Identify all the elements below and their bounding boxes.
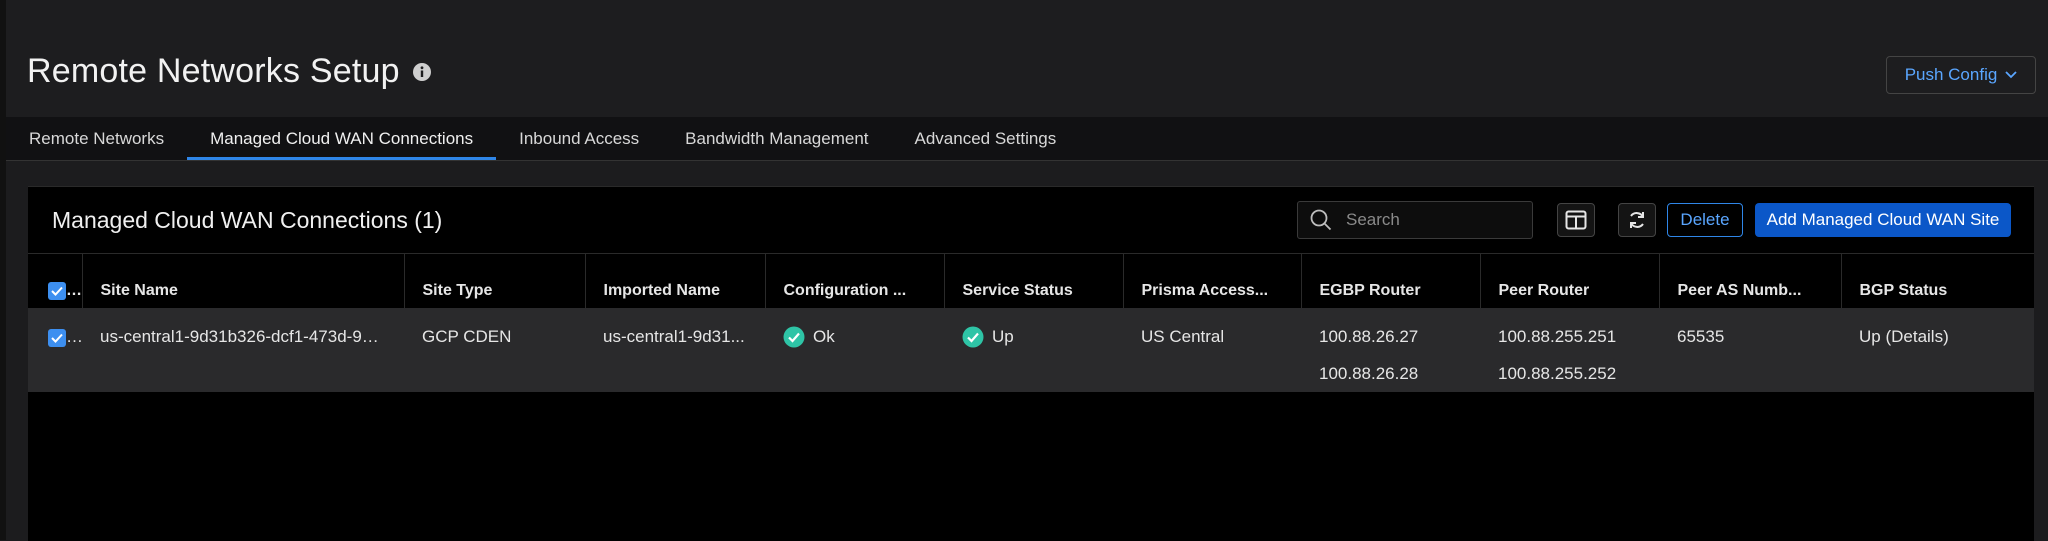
service-status-text: Up [992,327,1014,346]
select-all-checkbox[interactable] [48,281,66,300]
search-icon [1310,209,1332,231]
cell-peer-as-number: 65535 [1677,327,1725,346]
table-header-row: Site Name Site Type Imported Name Config… [28,254,2034,308]
egbp-router-list: 100.88.26.27 100.88.26.28 [1319,318,1462,392]
search-input[interactable] [1344,209,1518,231]
cell-site-name: us-central1-9d31b326-dcf1-473d-9421 [100,327,391,346]
column-header-imported-name[interactable]: Imported Name [585,254,766,308]
connections-table: Site Name Site Type Imported Name Config… [28,254,2034,392]
cell-service-status: Up [944,308,1123,392]
tab-bandwidth-management[interactable]: Bandwidth Management [662,117,891,160]
row-checkbox[interactable] [48,328,66,347]
column-header-site-name[interactable]: Site Name [82,254,405,308]
configuration-status: Ok [783,318,835,355]
info-icon[interactable] [412,62,432,82]
cell-site-type: GCP CDEN [422,327,512,346]
cell-prisma-access: US Central [1141,327,1225,346]
page-title-text: Remote Networks Setup [27,52,400,90]
check-circle-icon [783,326,805,347]
cell-bgp-status[interactable]: Up (Details) [1841,308,2034,392]
delete-button[interactable]: Delete [1667,203,1743,237]
column-header-service-status[interactable]: Service Status [944,254,1124,308]
peer-router-list: 100.88.255.251 100.88.255.252 [1498,318,1641,392]
service-status: Up [962,318,1014,355]
push-config-button[interactable]: Push Config [1886,56,2036,94]
egbp-router-ip: 100.88.26.27 [1319,327,1419,346]
tab-inbound-access[interactable]: Inbound Access [496,117,662,160]
column-header-configuration[interactable]: Configuration ... [765,254,945,308]
cell-egbp-router: 100.88.26.27 100.88.26.28 [1301,308,1480,392]
cell-configuration: Ok [765,308,944,392]
tab-advanced-settings[interactable]: Advanced Settings [892,117,1080,160]
refresh-button[interactable] [1618,203,1656,237]
select-all-cell [28,254,83,308]
check-circle-icon [962,326,984,347]
page-header: Remote Networks Setup Push Config [6,0,2048,117]
column-header-site-type[interactable]: Site Type [404,254,586,308]
tab-remote-networks[interactable]: Remote Networks [6,117,187,160]
column-header-peer-router[interactable]: Peer Router [1480,254,1660,308]
search-box [1297,201,1533,239]
push-config-label: Push Config [1904,65,1998,84]
row-select-cell [28,308,82,392]
column-layout-button[interactable] [1557,203,1595,237]
refresh-icon [1630,212,1644,228]
column-header-bgp-status[interactable]: BGP Status [1841,254,2034,308]
check-icon [51,286,63,296]
peer-router-ip: 100.88.255.251 [1498,327,1617,346]
cell-imported-name: us-central1-9d31... [603,327,745,346]
add-managed-cloud-wan-site-button[interactable]: Add Managed Cloud WAN Site [1755,203,2011,237]
column-header-peer-as-number[interactable]: Peer AS Numb... [1659,254,1842,308]
check-icon [51,333,63,343]
table-row[interactable]: us-central1-9d31b326-dcf1-473d-9421 GCP … [28,308,2034,392]
cell-peer-router: 100.88.255.251 100.88.255.252 [1480,308,1659,392]
column-header-prisma-access[interactable]: Prisma Access... [1123,254,1302,308]
panel-header: Managed Cloud WAN Connections (1) Delete… [28,187,2034,254]
configuration-status-text: Ok [813,327,835,346]
tab-managed-cloud-wan-connections[interactable]: Managed Cloud WAN Connections [187,117,497,160]
egbp-router-ip: 100.88.26.28 [1319,364,1419,383]
tab-bar: Remote Networks Managed Cloud WAN Connec… [6,117,2048,161]
peer-router-ip: 100.88.255.252 [1498,364,1617,383]
panel-title: Managed Cloud WAN Connections (1) [52,207,443,233]
chevron-down-icon [2005,71,2017,79]
columns-icon [1565,210,1587,230]
column-header-egbp-router[interactable]: EGBP Router [1301,254,1481,308]
connections-panel: Managed Cloud WAN Connections (1) Delete… [28,186,2034,541]
page-title: Remote Networks Setup [27,52,432,91]
